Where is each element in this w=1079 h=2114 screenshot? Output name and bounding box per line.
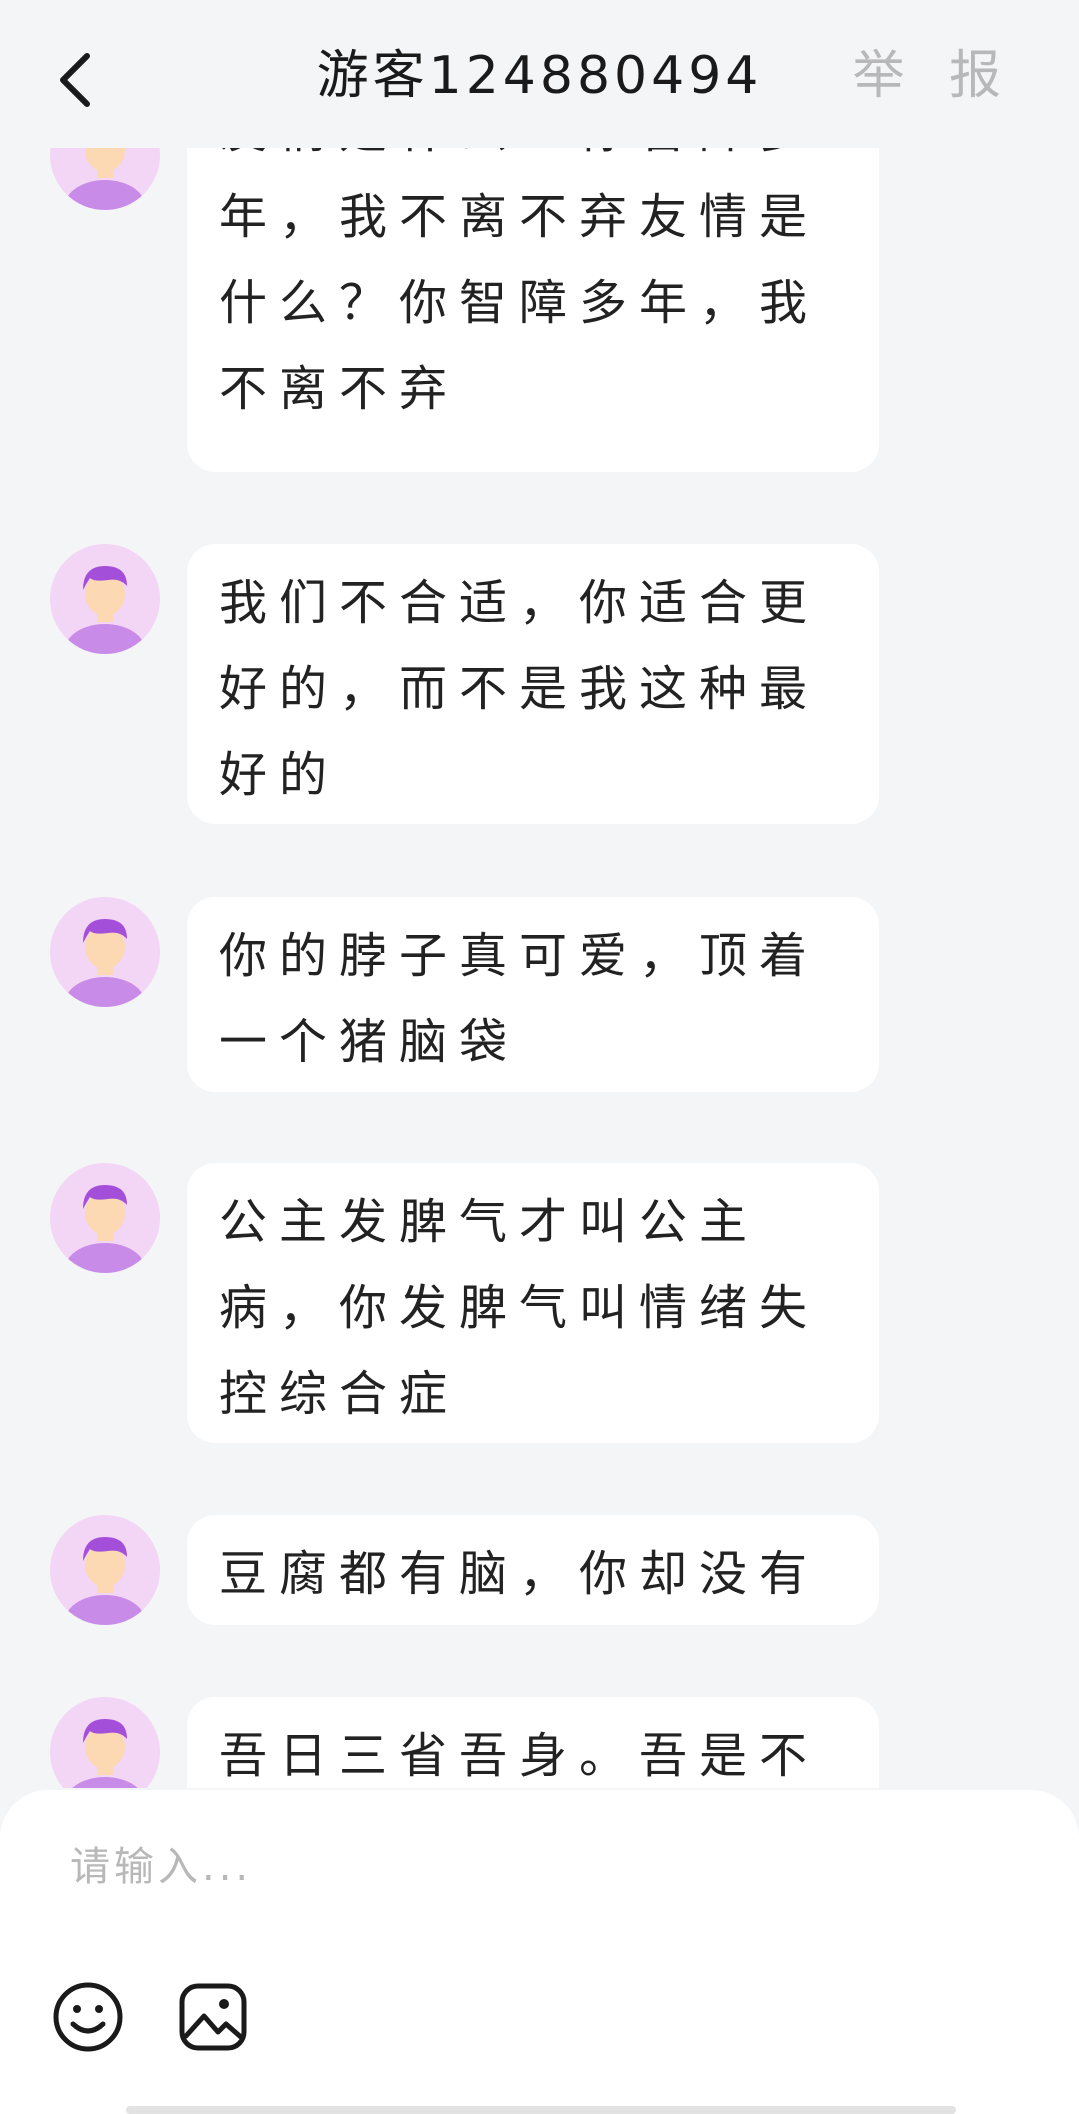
message-bubble: 我们不合适，你适合更好的，而不是我这种最好的 (187, 544, 879, 824)
message-text: 我们不合适，你适合更好的，而不是我这种最好的 (219, 575, 820, 803)
smiley-icon (53, 1982, 123, 2052)
image-button[interactable] (176, 1980, 250, 2054)
message-input[interactable] (68, 1826, 1012, 1908)
message-bubble: 吾日三省吾身。吾是不 (187, 1697, 879, 1788)
avatar[interactable] (50, 1697, 160, 1788)
avatar[interactable] (50, 148, 160, 210)
image-icon (179, 1983, 247, 2051)
message-bubble: 公主发脾气才叫公主病，你发脾气叫情绪失控综合症 (187, 1163, 879, 1443)
message-text: 吾日三省吾身。吾是不 (219, 1728, 820, 1784)
avatar[interactable] (50, 1515, 160, 1625)
message-bubble: 你的脖子真可爱，顶着一个猪脑袋 (187, 897, 879, 1092)
chat-screen: 游客124880494 举 报 友情是什么？你智障多年，我不离不弃友情是什么？你… (0, 0, 1079, 2114)
message-text: 豆腐都有脑，你却没有 (219, 1546, 820, 1602)
top-bar: 游客124880494 举 报 (0, 0, 1079, 148)
message-text: 你的脖子真可爱，顶着一个猪脑袋 (219, 928, 820, 1070)
avatar[interactable] (50, 1163, 160, 1273)
emoji-button[interactable] (51, 1980, 125, 2054)
avatar[interactable] (50, 897, 160, 1007)
message-list[interactable]: 友情是什么？你智障多年，我不离不弃友情是什么？你智障多年，我不离不弃 我们不合适… (0, 148, 1079, 1788)
input-panel (0, 1790, 1079, 2114)
message-text: 友情是什么？你智障多年，我不离不弃友情是什么？你智障多年，我不离不弃 (219, 148, 820, 417)
report-button[interactable]: 举 报 (852, 36, 1015, 116)
home-indicator (126, 2106, 956, 2114)
avatar[interactable] (50, 544, 160, 654)
message-text: 公主发脾气才叫公主病，你发脾气叫情绪失控综合症 (219, 1194, 820, 1422)
message-bubble: 豆腐都有脑，你却没有 (187, 1515, 879, 1625)
message-bubble: 友情是什么？你智障多年，我不离不弃友情是什么？你智障多年，我不离不弃 (187, 148, 879, 472)
